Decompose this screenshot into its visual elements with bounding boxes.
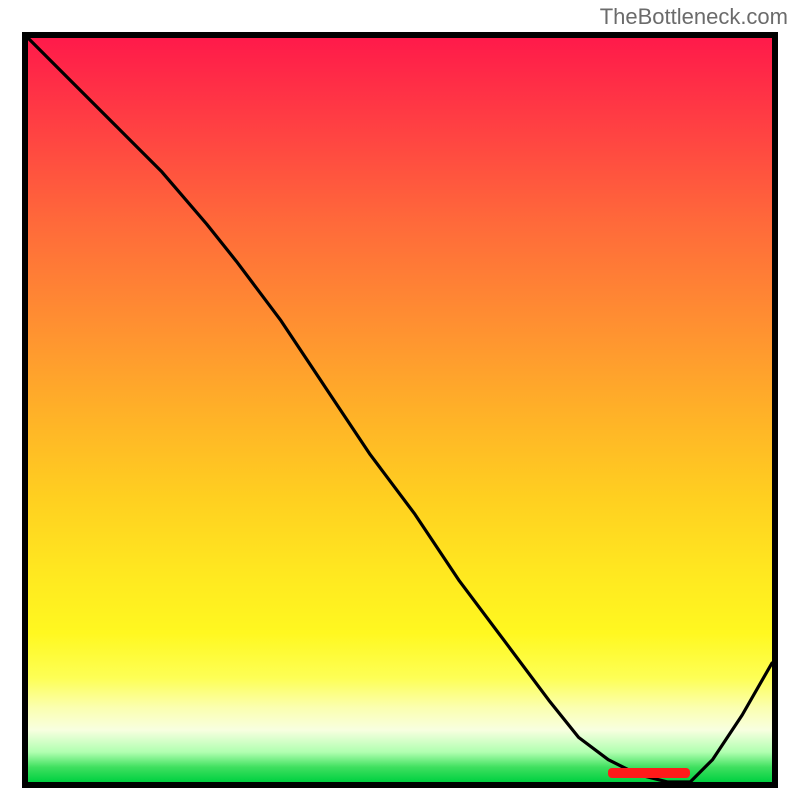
attribution-text: TheBottleneck.com: [600, 4, 788, 30]
optimal-range-marker: [608, 768, 690, 778]
plot-area: [22, 32, 778, 788]
chart-container: [22, 32, 778, 792]
bottleneck-curve: [28, 38, 772, 782]
